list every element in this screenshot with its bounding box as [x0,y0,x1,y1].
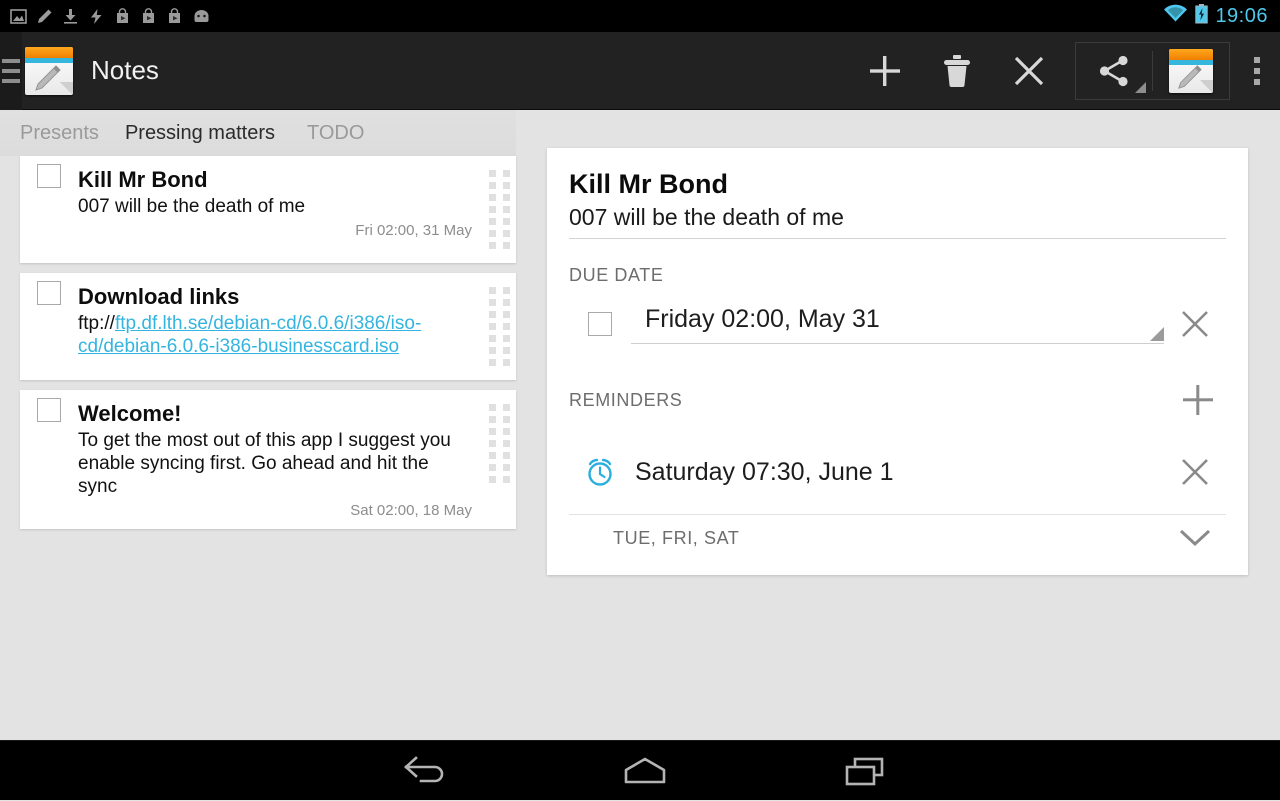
share-dropdown-triangle [1135,82,1146,93]
repeat-days-value: TUE, FRI, SAT [569,528,739,549]
alarm-clock-icon [569,456,631,488]
due-date-spinner[interactable]: Friday 02:00, May 31 [631,305,1164,344]
note-content: Kill Mr Bond 007 will be the death of me… [78,156,482,249]
tab-bar: Presents Pressing matters TODO [0,110,516,156]
note-title-input[interactable]: Kill Mr Bond [569,170,1226,200]
playstore-icon [114,8,131,25]
notes-app-icon [1169,49,1213,93]
usb-icon [88,8,105,25]
reminders-header: REMINDERS [569,378,1226,422]
app-title: Notes [91,55,159,86]
note-editor-header: Kill Mr Bond 007 will be the death of me [569,148,1226,238]
action-bar-buttons [849,32,1280,110]
status-notification-icons [0,8,211,25]
note-checkbox[interactable] [20,156,78,188]
status-bar: 19:06 [0,0,1280,32]
note-body-input[interactable]: 007 will be the death of me [569,204,1226,239]
due-date-row: Friday 02:00, May 31 [569,296,1226,352]
note-checkbox[interactable] [20,273,78,305]
tab-pressing-matters[interactable]: Pressing matters [125,122,275,145]
note-title: Kill Mr Bond [78,168,472,192]
note-content: Download links ftp://ftp.df.lth.se/debia… [78,273,482,368]
overflow-menu-icon[interactable] [1234,32,1280,110]
note-description: To get the most out of this app I sugges… [78,429,472,499]
delete-note-button[interactable] [921,32,993,110]
add-note-button[interactable] [849,32,921,110]
tab-todo[interactable]: TODO [307,122,364,145]
note-link[interactable]: ftp.df.lth.se/debian-cd/6.0.6/i386/iso-c… [78,313,421,357]
note-title: Download links [78,285,472,309]
remove-reminder-button[interactable] [1164,444,1226,500]
drag-handle-icon[interactable] [482,273,516,380]
reminders-label: REMINDERS [569,390,682,411]
list-item[interactable]: Welcome! To get the most out of this app… [20,390,516,529]
reminder-value[interactable]: Saturday 07:30, June 1 [631,458,1164,487]
note-title: Welcome! [78,402,472,426]
share-button[interactable] [1076,43,1152,99]
playstore-icon [140,8,157,25]
remove-due-date-button[interactable] [1164,296,1226,352]
add-reminder-button[interactable] [1170,378,1226,422]
note-description: 007 will be the death of me [78,195,472,218]
image-icon [10,8,27,25]
editor-underline [569,238,1226,239]
android-icon [192,9,211,24]
status-clock: 19:06 [1215,5,1268,28]
note-detail-panel: Kill Mr Bond 007 will be the death of me… [547,148,1248,575]
note-date: Fri 02:00, 31 May [78,222,472,239]
due-date-value: Friday 02:00, May 31 [645,305,880,333]
tab-presents[interactable]: Presents [0,122,99,145]
battery-charging-icon [1195,4,1208,29]
wifi-icon [1163,4,1188,28]
pencil-icon [32,64,62,95]
playstore-icon [166,8,183,25]
note-date: Sat 02:00, 18 May [78,502,472,519]
share-action-group [1075,42,1230,100]
chevron-down-icon[interactable] [1164,527,1226,549]
note-content: Welcome! To get the most out of this app… [78,390,482,529]
notes-app-button[interactable] [1153,43,1229,99]
home-icon[interactable] [550,741,740,801]
list-item[interactable]: Download links ftp://ftp.df.lth.se/debia… [20,273,516,380]
notes-app-icon[interactable] [25,47,73,95]
download-icon [62,8,79,25]
note-list: Kill Mr Bond 007 will be the death of me… [20,156,516,539]
due-date-checkbox[interactable] [569,312,631,336]
pencil-icon [1175,64,1203,93]
reminder-row: Saturday 07:30, June 1 [569,444,1226,500]
pencil-icon [36,8,53,25]
link-scheme: ftp:// [78,313,115,334]
drag-handle-icon[interactable] [482,156,516,263]
drawer-icon[interactable] [0,32,22,110]
note-checkbox[interactable] [20,390,78,422]
close-button[interactable] [993,32,1065,110]
list-item[interactable]: Kill Mr Bond 007 will be the death of me… [20,156,516,263]
status-system-icons: 19:06 [1163,4,1280,29]
spinner-triangle-icon [1150,327,1164,341]
back-icon[interactable] [330,741,520,801]
action-bar: Notes [0,32,1280,110]
note-description: ftp://ftp.df.lth.se/debian-cd/6.0.6/i386… [78,312,472,358]
repeat-days-row[interactable]: TUE, FRI, SAT [569,515,1226,549]
system-nav-bar [0,740,1280,800]
recents-icon[interactable] [770,741,960,801]
drag-handle-icon[interactable] [482,390,516,497]
due-date-label: DUE DATE [569,265,1226,286]
